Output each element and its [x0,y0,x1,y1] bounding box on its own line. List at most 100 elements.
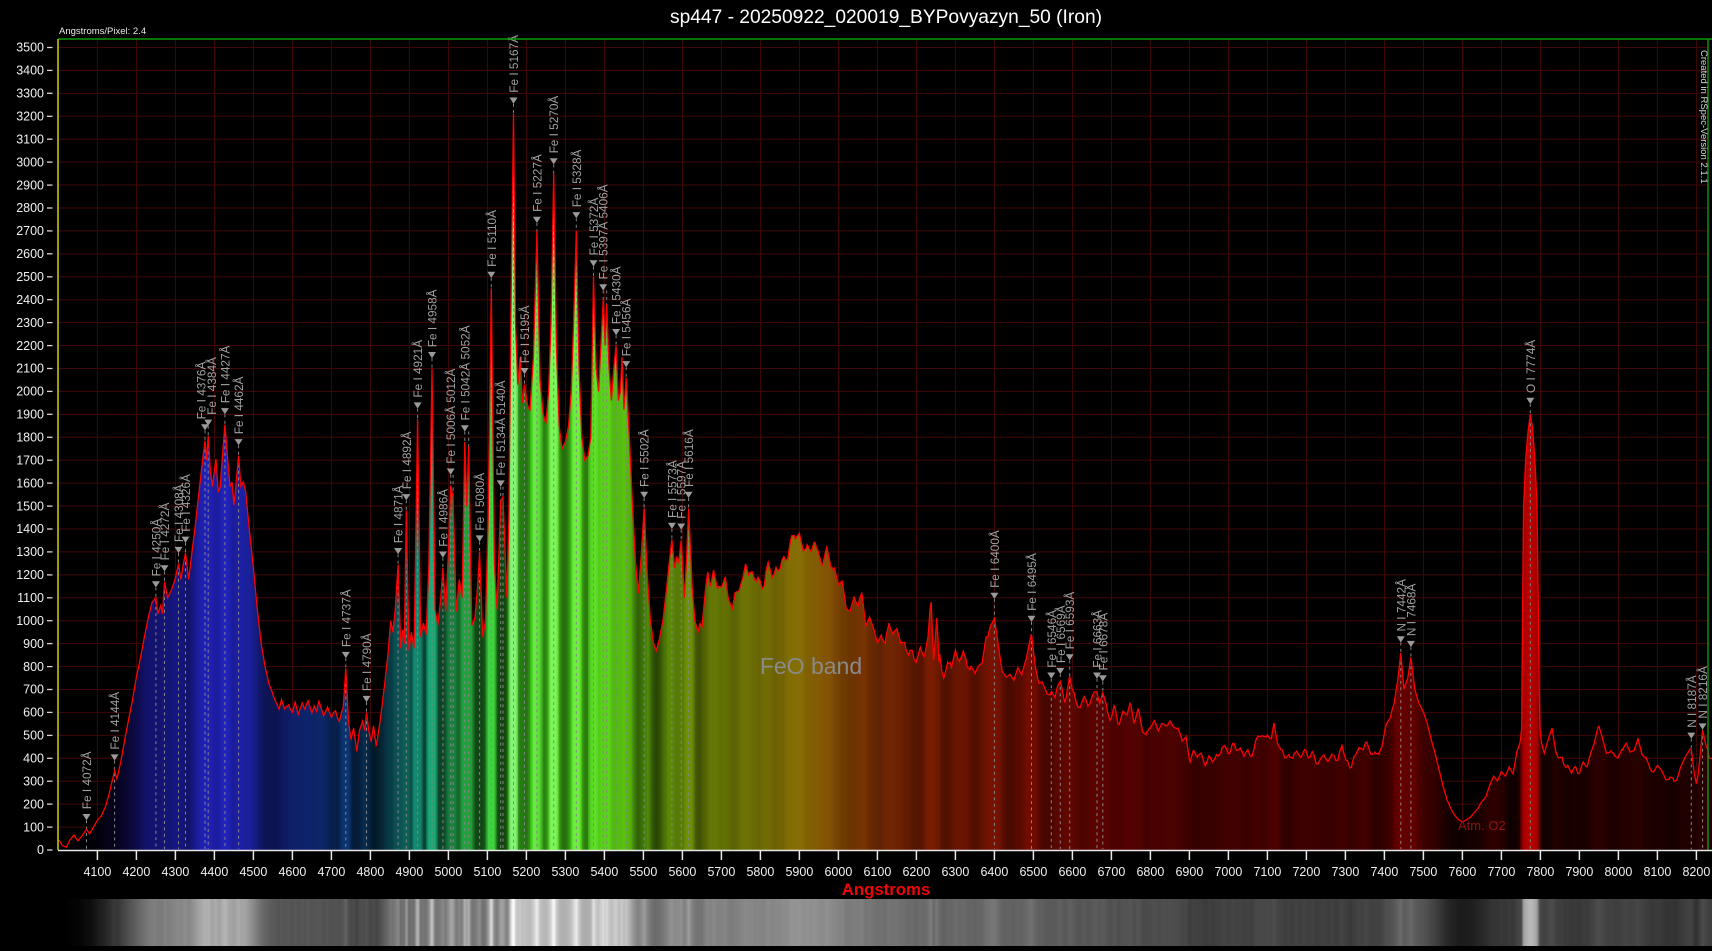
svg-text:7600: 7600 [1448,865,1476,879]
svg-text:Fe I 4921Å: Fe I 4921Å [411,340,425,398]
svg-text:1000: 1000 [16,614,44,628]
svg-text:900: 900 [23,637,44,651]
svg-text:5100: 5100 [473,865,501,879]
svg-text:500: 500 [23,729,44,743]
svg-text:Angstroms/Pixel: 2.4: Angstroms/Pixel: 2.4 [59,26,146,37]
svg-text:2400: 2400 [16,293,44,307]
svg-text:Fe I 5080Å: Fe I 5080Å [473,473,487,531]
svg-text:200: 200 [23,797,44,811]
svg-text:6200: 6200 [902,865,930,879]
svg-text:5600: 5600 [668,865,696,879]
svg-text:FeO band: FeO band [760,653,862,679]
svg-text:5500: 5500 [629,865,657,879]
svg-text:2000: 2000 [16,385,44,399]
svg-text:800: 800 [23,660,44,674]
svg-text:2700: 2700 [16,224,44,238]
svg-text:Fe I 4737Å: Fe I 4737Å [339,589,353,647]
svg-text:Fe I 5397Å 5406Å: Fe I 5397Å 5406Å [597,184,611,279]
svg-text:Fe I 6678Å: Fe I 6678Å [1096,613,1110,671]
svg-text:Fe I 4427Å: Fe I 4427Å [218,345,232,403]
svg-text:5900: 5900 [785,865,813,879]
svg-text:7000: 7000 [1214,865,1242,879]
svg-text:2900: 2900 [16,178,44,192]
svg-text:1300: 1300 [16,545,44,559]
svg-text:1200: 1200 [16,568,44,582]
svg-text:6900: 6900 [1175,865,1203,879]
svg-text:Fe I 5270Å: Fe I 5270Å [547,96,561,154]
svg-text:4700: 4700 [317,865,345,879]
svg-text:2800: 2800 [16,201,44,215]
svg-text:Fe I 6593Å: Fe I 6593Å [1063,592,1077,650]
svg-text:7700: 7700 [1487,865,1515,879]
svg-text:6000: 6000 [824,865,852,879]
svg-text:2500: 2500 [16,270,44,284]
svg-text:1900: 1900 [16,408,44,422]
svg-text:Fe I 4958Å: Fe I 4958Å [426,289,440,347]
svg-text:5800: 5800 [746,865,774,879]
svg-text:Fe I 4072Å: Fe I 4072Å [80,751,94,809]
svg-text:Fe I 5042Å 5052Å: Fe I 5042Å 5052Å [458,325,472,420]
svg-text:300: 300 [23,774,44,788]
svg-text:N I 7468Å: N I 7468Å [1404,584,1418,637]
svg-text:Fe I 5006Å 5012Å: Fe I 5006Å 5012Å [444,368,458,463]
svg-text:7900: 7900 [1565,865,1593,879]
svg-text:7500: 7500 [1409,865,1437,879]
svg-text:Fe I 4384Å: Fe I 4384Å [205,357,219,415]
svg-text:600: 600 [23,706,44,720]
svg-text:Fe I 6495Å: Fe I 6495Å [1025,553,1039,611]
svg-text:5300: 5300 [551,865,579,879]
svg-text:0: 0 [37,843,44,857]
svg-text:1500: 1500 [16,499,44,513]
svg-text:Fe I 4986Å: Fe I 4986Å [436,489,450,547]
svg-text:Fe I 5227Å: Fe I 5227Å [530,154,544,212]
svg-text:2600: 2600 [16,247,44,261]
svg-text:1100: 1100 [17,591,44,605]
svg-text:6600: 6600 [1058,865,1086,879]
svg-text:8000: 8000 [1604,865,1632,879]
svg-text:7300: 7300 [1331,865,1359,879]
svg-text:4900: 4900 [395,865,423,879]
svg-text:Fe I 6400Å: Fe I 6400Å [988,530,1002,588]
svg-text:8100: 8100 [1643,865,1671,879]
svg-text:Fe I 5456Å: Fe I 5456Å [620,298,634,356]
svg-text:2300: 2300 [16,316,44,330]
svg-text:3000: 3000 [16,155,44,169]
svg-text:2100: 2100 [16,362,44,376]
svg-text:4100: 4100 [83,865,111,879]
svg-text:6500: 6500 [1019,865,1047,879]
svg-text:Fe I 4790Å: Fe I 4790Å [360,633,374,691]
svg-text:6700: 6700 [1097,865,1125,879]
svg-text:5000: 5000 [434,865,462,879]
svg-text:3300: 3300 [16,87,44,101]
svg-text:5400: 5400 [590,865,618,879]
svg-text:7100: 7100 [1253,865,1281,879]
svg-text:4600: 4600 [278,865,306,879]
svg-text:700: 700 [23,683,44,697]
svg-text:Fe I 4326Å: Fe I 4326Å [179,474,193,532]
svg-text:6300: 6300 [941,865,969,879]
svg-text:Fe I 5328Å: Fe I 5328Å [570,149,584,207]
svg-text:Fe I 5195Å: Fe I 5195Å [518,305,532,363]
svg-text:2200: 2200 [16,339,44,353]
svg-text:Atm. O2: Atm. O2 [1458,818,1506,833]
svg-text:1800: 1800 [16,431,44,445]
svg-text:3100: 3100 [16,132,44,146]
svg-text:7400: 7400 [1370,865,1398,879]
svg-text:4400: 4400 [200,865,228,879]
svg-text:3200: 3200 [16,110,44,124]
svg-text:3500: 3500 [16,41,44,55]
svg-text:6100: 6100 [863,865,891,879]
svg-text:5200: 5200 [512,865,540,879]
svg-text:1700: 1700 [16,453,44,467]
svg-text:1400: 1400 [16,522,44,536]
svg-text:100: 100 [23,820,44,834]
svg-text:sp447 - 20250922_020019_BYPovy: sp447 - 20250922_020019_BYPovyazyn_50 (I… [670,7,1102,28]
svg-text:7200: 7200 [1292,865,1320,879]
svg-text:4200: 4200 [122,865,150,879]
svg-text:1600: 1600 [16,476,44,490]
svg-text:4300: 4300 [161,865,189,879]
svg-text:4500: 4500 [239,865,267,879]
svg-text:7800: 7800 [1526,865,1554,879]
svg-text:Fe I 5502Å: Fe I 5502Å [638,429,652,487]
svg-text:Fe I 5167Å: Fe I 5167Å [507,35,521,93]
